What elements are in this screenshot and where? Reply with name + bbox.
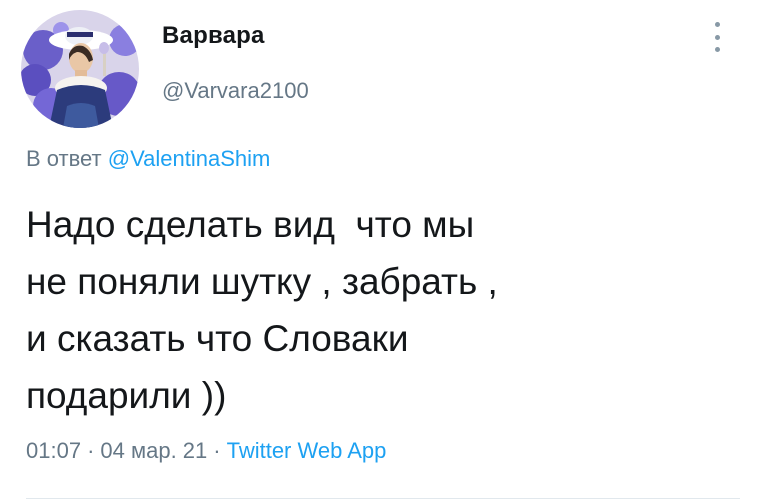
more-dot — [714, 22, 720, 27]
tweet-text: Надо сделать вид что мы не поняли шутку … — [26, 196, 726, 424]
tweet-source-link[interactable]: Twitter Web App — [227, 438, 387, 463]
meta-separator: · — [213, 438, 221, 463]
author-handle[interactable]: @Varvara2100 — [162, 78, 309, 104]
tweet-metadata: 01:07 · 04 мар. 21 · Twitter Web App — [26, 438, 386, 464]
author-display-name[interactable]: Варвара — [162, 22, 265, 50]
tweet-date[interactable]: 04 мар. 21 — [100, 438, 207, 463]
tweet-time[interactable]: 01:07 — [26, 438, 81, 463]
avatar-portrait-image — [21, 10, 139, 128]
more-vertical-icon[interactable] — [712, 22, 722, 52]
divider — [26, 498, 740, 499]
tweet-card: Варвара @Varvara2100 В ответ @ValentinaS… — [0, 0, 760, 502]
more-dot — [714, 47, 720, 52]
avatar[interactable] — [21, 10, 139, 128]
reply-prefix: В ответ — [26, 146, 102, 171]
tweet-text-line: и сказать что Словаки — [26, 318, 409, 359]
tweet-text-line: Надо сделать вид что мы — [26, 204, 475, 245]
meta-separator: · — [87, 438, 95, 463]
reply-context: В ответ @ValentinaShim — [26, 146, 270, 172]
tweet-text-line: подарили )) — [26, 375, 227, 416]
more-dot — [714, 34, 720, 40]
tweet-text-line: не поняли шутку , забрать , — [26, 261, 498, 302]
reply-mention-link[interactable]: @ValentinaShim — [108, 146, 271, 171]
